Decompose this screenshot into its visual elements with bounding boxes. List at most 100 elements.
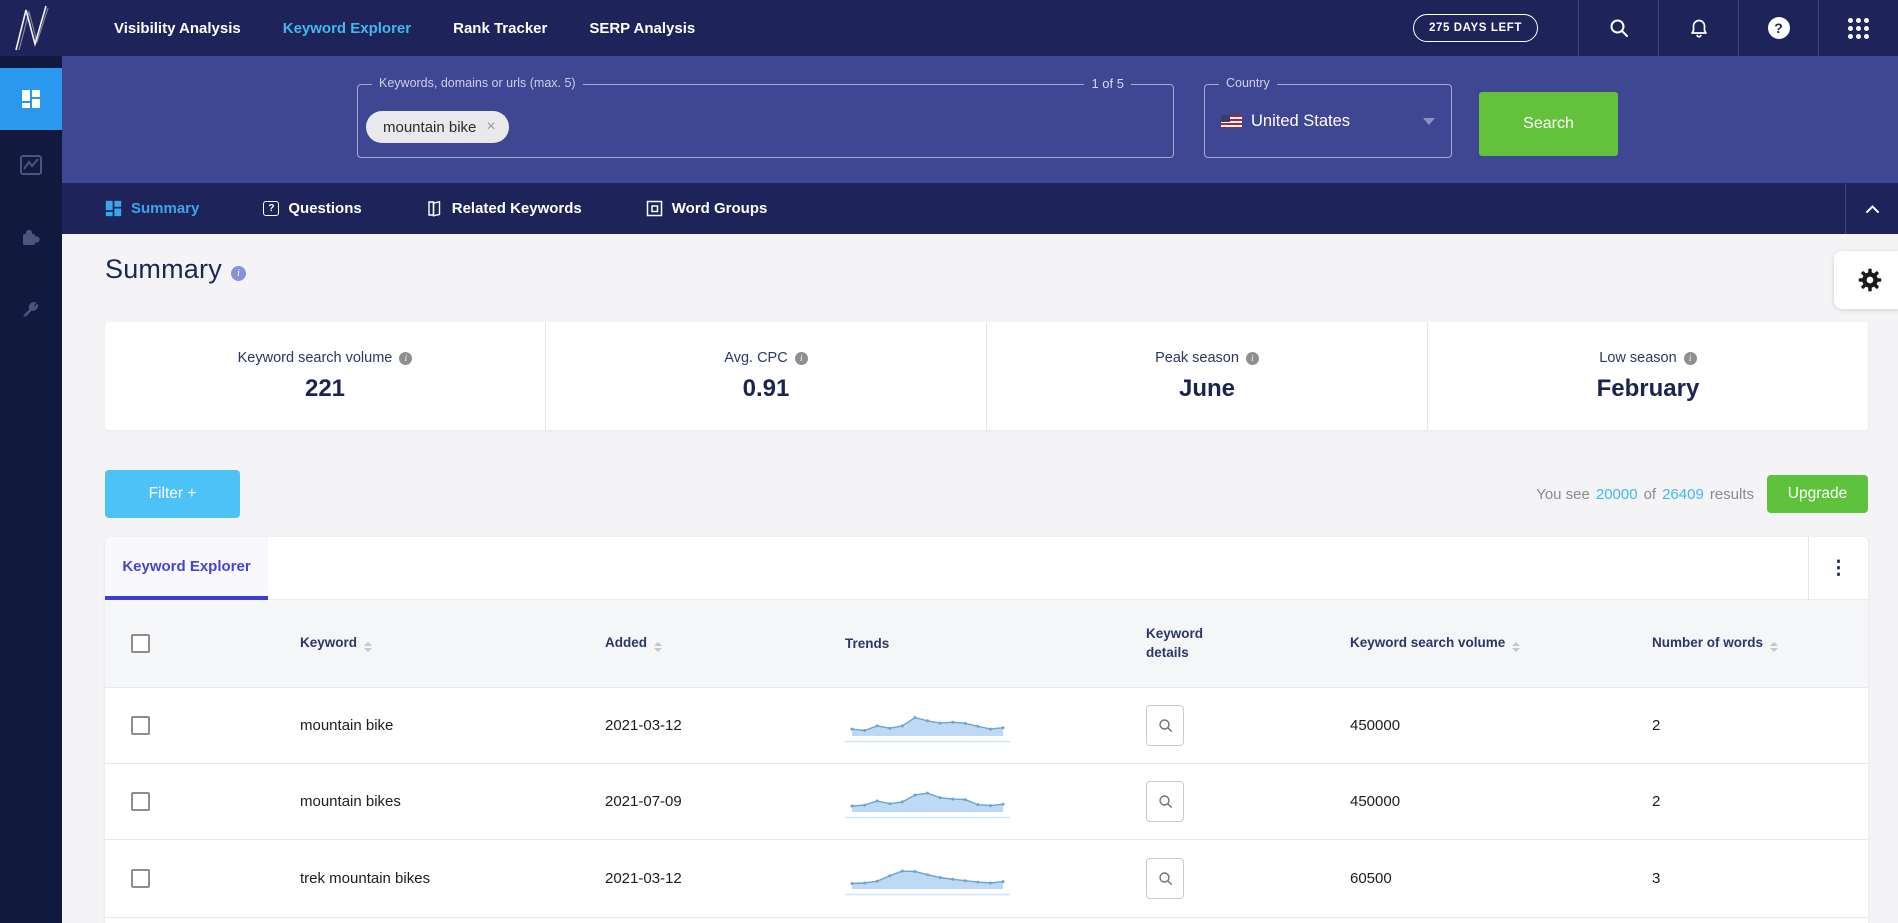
table-row: mountain bikes 2021-07-09 450000 2 xyxy=(105,763,1868,839)
us-flag-icon xyxy=(1221,114,1242,128)
info-icon[interactable]: i xyxy=(1683,351,1697,365)
upgrade-button[interactable]: Upgrade xyxy=(1767,475,1868,513)
nav-serp-analysis[interactable]: SERP Analysis xyxy=(589,20,695,37)
column-header-volume[interactable]: Keyword search volume xyxy=(1350,635,1652,653)
table-row-partial xyxy=(105,917,1868,923)
search-panel: Keywords, domains or urls (max. 5) 1 of … xyxy=(62,56,1898,183)
stat-value: 0.91 xyxy=(742,374,790,402)
tab-questions[interactable]: ? Questions xyxy=(263,200,362,217)
keyword-details-button[interactable] xyxy=(1146,781,1184,822)
topnav-search-button[interactable] xyxy=(1578,0,1658,56)
tab-related-keywords[interactable]: Related Keywords xyxy=(426,200,582,217)
stat-value: February xyxy=(1596,374,1700,402)
country-select[interactable]: Country United States xyxy=(1204,76,1452,158)
stats-row: Keyword search volume i 221 Avg. CPC i 0… xyxy=(105,322,1868,430)
column-header-words[interactable]: Number of words xyxy=(1652,635,1868,653)
top-nav: Visibility Analysis Keyword Explorer Ran… xyxy=(0,0,1898,56)
cell-volume: 60500 xyxy=(1350,870,1392,887)
column-header-keyword[interactable]: Keyword xyxy=(300,635,605,653)
keyword-chip-text: mountain bike xyxy=(383,118,477,136)
info-icon[interactable]: i xyxy=(230,266,246,281)
column-header-details: Keyword details xyxy=(1146,625,1204,660)
cell-words: 2 xyxy=(1652,717,1661,734)
page: Visibility Analysis Keyword Explorer Ran… xyxy=(0,0,1898,923)
tab-summary-label: Summary xyxy=(131,200,200,217)
table-tab-bar: Keyword Explorer ⋮ xyxy=(105,537,1868,600)
info-icon[interactable]: i xyxy=(399,351,413,365)
keywords-input[interactable]: Keywords, domains or urls (max. 5) 1 of … xyxy=(357,76,1174,158)
chevron-up-icon xyxy=(1865,204,1879,213)
page-title-row: Summary i xyxy=(105,254,246,285)
tab-word-groups[interactable]: Word Groups xyxy=(646,200,767,217)
summary-grid-icon xyxy=(105,200,122,217)
kebab-icon: ⋮ xyxy=(1829,558,1848,579)
notifications-button[interactable] xyxy=(1658,0,1738,56)
cell-keyword: mountain bikes xyxy=(300,793,401,810)
sort-icon xyxy=(1512,641,1521,653)
nav-rank-tracker[interactable]: Rank Tracker xyxy=(453,20,547,37)
keywords-counter: 1 of 5 xyxy=(1084,76,1131,91)
subtab-bar: Summary ? Questions Related Keywords Wor… xyxy=(62,183,1898,234)
results-summary: You see 20000 of 26409 results xyxy=(1536,486,1754,503)
sort-icon xyxy=(364,641,373,653)
magnifier-icon xyxy=(1158,719,1172,733)
keyword-table-card: Keyword Explorer ⋮ Keyword Added Trends … xyxy=(105,537,1868,923)
book-icon xyxy=(428,200,440,217)
main-nav: Visibility Analysis Keyword Explorer Ran… xyxy=(114,20,695,37)
cell-volume: 450000 xyxy=(1350,717,1401,734)
sort-icon xyxy=(654,641,662,653)
stat-value: 221 xyxy=(304,374,346,402)
sidebar-item-dashboard[interactable] xyxy=(0,68,62,130)
keyword-details-button[interactable] xyxy=(1146,858,1184,899)
country-select-label: Country xyxy=(1219,76,1277,90)
search-button[interactable]: Search xyxy=(1479,92,1618,156)
stat-card-low-season: Low season i February xyxy=(1428,322,1868,430)
row-checkbox[interactable] xyxy=(131,792,150,811)
puzzle-icon xyxy=(23,229,40,245)
tab-keyword-explorer-table[interactable]: Keyword Explorer xyxy=(105,537,268,600)
table-options-button[interactable]: ⋮ xyxy=(1808,537,1868,600)
stat-label: Peak season xyxy=(1155,349,1239,366)
column-header-added[interactable]: Added xyxy=(605,635,845,653)
info-icon[interactable]: i xyxy=(1245,351,1259,365)
nav-visibility-analysis[interactable]: Visibility Analysis xyxy=(114,20,241,37)
collapse-panel-button[interactable] xyxy=(1845,183,1898,234)
nav-keyword-explorer[interactable]: Keyword Explorer xyxy=(283,20,411,37)
filter-button[interactable]: Filter + xyxy=(105,470,240,518)
cell-words: 3 xyxy=(1652,870,1661,887)
row-checkbox[interactable] xyxy=(131,716,150,735)
keyword-details-button[interactable] xyxy=(1146,705,1184,746)
trend-sparkline xyxy=(845,708,1010,744)
sidebar-item-visibility[interactable] xyxy=(0,134,62,196)
app-logo[interactable] xyxy=(0,0,62,56)
tab-questions-label: Questions xyxy=(288,200,362,217)
column-header-trends: Trends xyxy=(845,636,890,651)
chip-close-icon[interactable]: × xyxy=(486,119,495,135)
info-icon[interactable]: i xyxy=(794,351,808,365)
help-button[interactable]: ? xyxy=(1738,0,1818,56)
tab-related-keywords-label: Related Keywords xyxy=(451,200,582,217)
table-row: mountain bike 2021-03-12 450000 2 xyxy=(105,687,1868,763)
wrench-icon xyxy=(23,302,39,317)
settings-card[interactable] xyxy=(1834,251,1898,309)
results-of: of xyxy=(1643,485,1657,503)
trend-sparkline xyxy=(845,784,1010,820)
question-bubble-icon: ? xyxy=(263,201,280,216)
stat-card-peak-season: Peak season i June xyxy=(987,322,1427,430)
sidebar-item-integrations[interactable] xyxy=(0,206,62,268)
cell-keyword: mountain bike xyxy=(300,717,394,734)
select-all-checkbox[interactable] xyxy=(131,634,150,653)
days-left-badge[interactable]: 275 DAYS LEFT xyxy=(1412,14,1538,42)
trend-sparkline xyxy=(845,861,1010,897)
search-icon xyxy=(1610,19,1628,37)
page-title: Summary xyxy=(105,254,222,284)
sidebar-item-tools[interactable] xyxy=(0,278,62,340)
gear-icon xyxy=(1858,268,1882,292)
stat-label: Low season xyxy=(1599,349,1677,366)
apps-button[interactable] xyxy=(1818,0,1898,56)
cell-added: 2021-03-12 xyxy=(605,870,682,887)
row-checkbox[interactable] xyxy=(131,869,150,888)
keywords-input-label: Keywords, domains or urls (max. 5) xyxy=(372,76,583,90)
tab-summary[interactable]: Summary xyxy=(105,200,199,217)
main-content: Summary i Keyword search volume i 221 Av… xyxy=(62,234,1898,923)
